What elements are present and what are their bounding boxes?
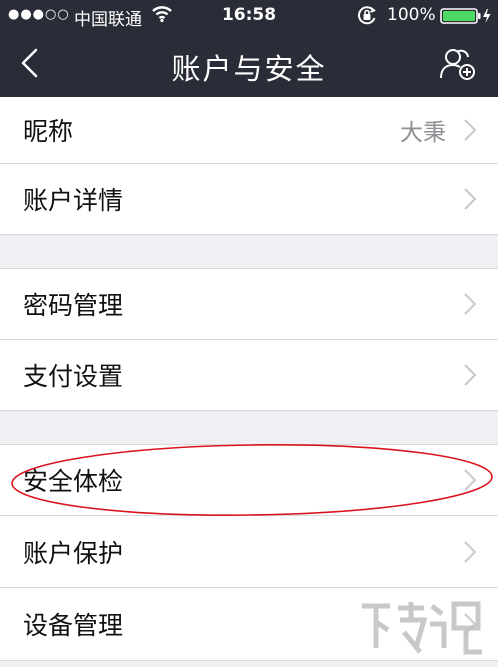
chevron-right-icon bbox=[464, 540, 477, 563]
contacts-button[interactable] bbox=[438, 46, 478, 82]
chevron-right-icon bbox=[464, 293, 477, 315]
header: ●●●○○ 中国联通 16:58 100% 账户与安全 bbox=[0, 0, 498, 97]
row-label: 安全体检 bbox=[23, 467, 124, 496]
divider bbox=[0, 234, 498, 235]
settings-row-password[interactable]: 密码管理 bbox=[0, 269, 498, 339]
row-label: 设备管理 bbox=[23, 611, 124, 640]
chevron-right-icon bbox=[464, 469, 477, 491]
chevron-right-icon bbox=[464, 119, 477, 141]
settings-row-security-check[interactable]: 安全体检 bbox=[0, 445, 498, 515]
orientation-lock-icon bbox=[356, 4, 378, 31]
row-label: 昵称 bbox=[23, 117, 74, 146]
page-title: 账户与安全 bbox=[171, 52, 327, 86]
row-label: 账户保护 bbox=[23, 538, 124, 568]
divider bbox=[0, 410, 498, 411]
battery-percent: 100% bbox=[387, 5, 436, 25]
settings-row-payment[interactable]: 支付设置 bbox=[0, 340, 498, 410]
settings-row-account-details[interactable]: 账户详情 bbox=[0, 164, 498, 234]
settings-row-device-management[interactable]: 设备管理 bbox=[0, 588, 498, 660]
contacts-icon bbox=[440, 49, 475, 80]
row-label: 密码管理 bbox=[23, 291, 124, 320]
battery-icon bbox=[440, 8, 492, 29]
settings-row-nickname[interactable]: 昵称 大秉 bbox=[0, 97, 498, 163]
chevron-right-icon bbox=[464, 364, 477, 386]
chevron-right-icon bbox=[464, 613, 477, 635]
status-bar: ●●●○○ 中国联通 16:58 100% bbox=[0, 0, 498, 30]
row-label: 账户详情 bbox=[23, 186, 124, 215]
divider bbox=[0, 660, 498, 661]
nickname-value: 大秉 bbox=[400, 120, 446, 146]
settings-row-account-protection[interactable]: 账户保护 bbox=[0, 516, 498, 587]
nav-bar: 账户与安全 bbox=[0, 30, 498, 97]
row-label: 支付设置 bbox=[23, 362, 124, 391]
chevron-right-icon bbox=[464, 188, 477, 210]
